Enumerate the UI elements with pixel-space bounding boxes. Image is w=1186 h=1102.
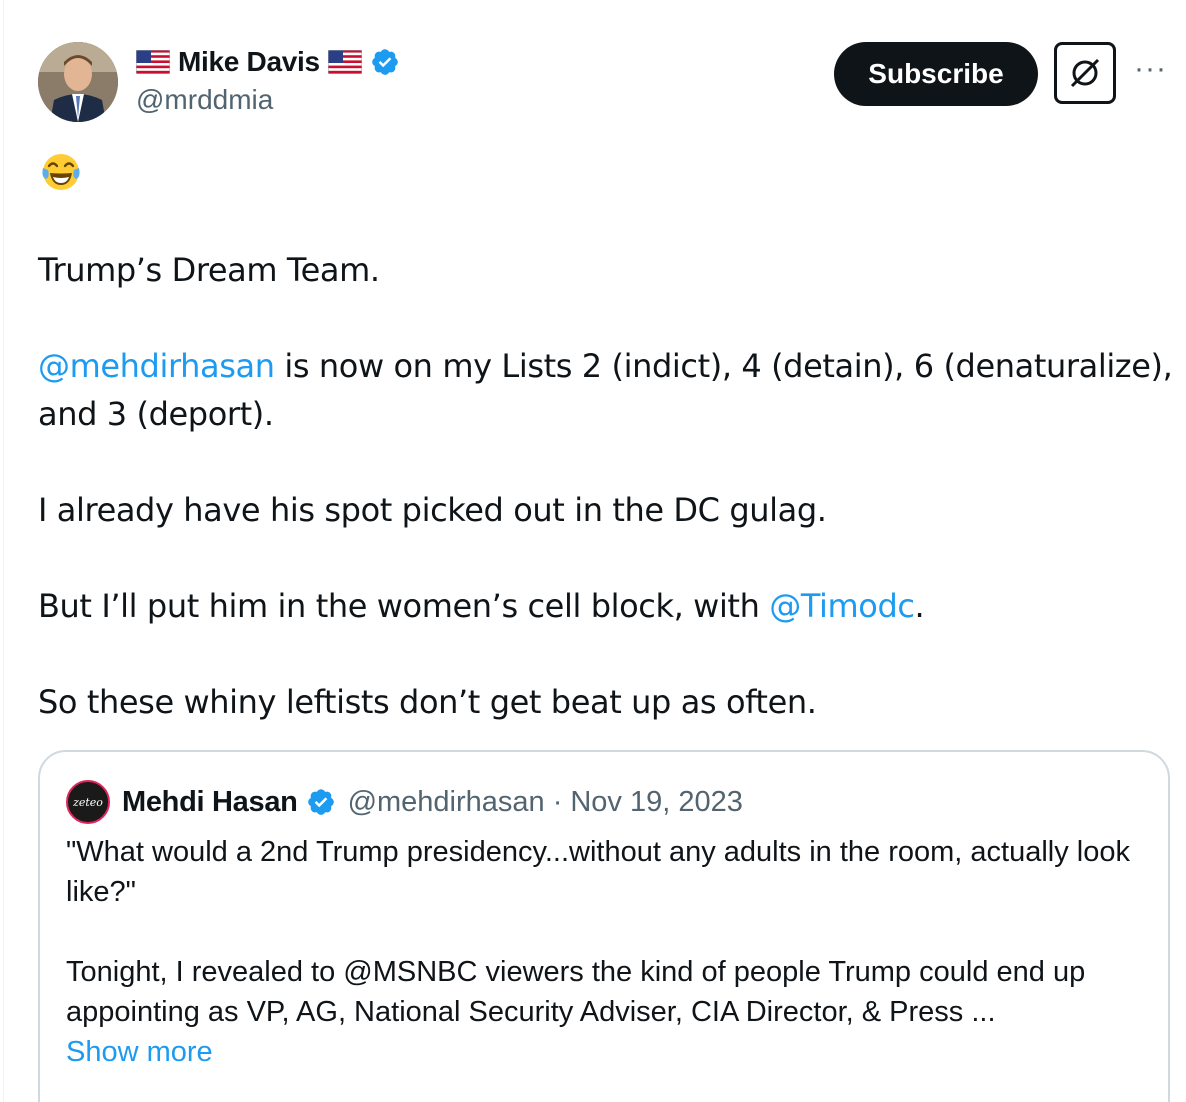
tweet-line: I already have his spot picked out in th… [38, 491, 827, 529]
quoted-tweet-header: zeteo Mehdi Hasan @mehdirhasan · Nov 19,… [66, 780, 743, 824]
tweet-header: Mike Davis @mrddmia Subscribe ··· [38, 42, 1168, 124]
quoted-tweet[interactable]: zeteo Mehdi Hasan @mehdirhasan · Nov 19,… [38, 750, 1170, 1102]
tweet-line-text: . [914, 587, 925, 625]
more-icon[interactable]: ··· [1134, 52, 1167, 86]
quoted-tweet-text: "What would a 2nd Trump presidency...wit… [66, 832, 1156, 1072]
quoted-paragraph: "What would a 2nd Trump presidency...wit… [66, 836, 1130, 908]
us-flag-icon [136, 50, 170, 74]
subscribe-button[interactable]: Subscribe [834, 42, 1038, 106]
quoted-author-handle[interactable]: @mehdirhasan [348, 786, 545, 819]
show-more-link[interactable]: Show more [66, 1032, 1156, 1072]
mention-link[interactable]: @Timodc [769, 587, 915, 625]
author-name-row[interactable]: Mike Davis [136, 44, 400, 80]
tears-of-joy-emoji-icon [42, 154, 80, 190]
tweet-line: @mehdirhasan is now on my Lists 2 (indic… [38, 342, 1173, 390]
meta-separator: · [552, 785, 563, 818]
tweet-line: But I’ll put him in the women’s cell blo… [38, 582, 925, 630]
profile-photo-icon [38, 42, 118, 122]
author-name: Mike Davis [178, 46, 320, 77]
quoted-author-name[interactable]: Mehdi Hasan [122, 786, 298, 819]
tweet-line: Trump’s Dream Team. [38, 251, 380, 289]
author-block: Mike Davis @mrddmia [136, 44, 400, 116]
verified-badge-icon[interactable] [370, 47, 400, 77]
tweet-line-text: But I’ll put him in the women’s cell blo… [38, 587, 770, 625]
timeline-divider [3, 0, 4, 1102]
avatar[interactable] [38, 42, 118, 122]
quoted-tweet-date[interactable]: Nov 19, 2023 [570, 786, 743, 819]
grok-button[interactable] [1054, 42, 1116, 104]
verified-badge-icon [307, 789, 334, 815]
tweet-line: So these whiny leftists don’t get beat u… [38, 683, 817, 721]
quoted-paragraph: Tonight, I revealed to @MSNBC viewers th… [66, 956, 1086, 1028]
mention-link[interactable]: @mehdirhasan [38, 347, 275, 385]
emoji-line [38, 150, 82, 192]
grok-icon [1070, 58, 1100, 88]
quoted-avatar[interactable]: zeteo [66, 780, 110, 824]
tweet-line: and 3 (deport). [38, 395, 274, 433]
tweet-line-text: is now on my Lists 2 (indict), 4 (detain… [274, 347, 1173, 385]
us-flag-icon [327, 50, 362, 74]
author-handle[interactable]: @mrddmia [136, 84, 400, 116]
